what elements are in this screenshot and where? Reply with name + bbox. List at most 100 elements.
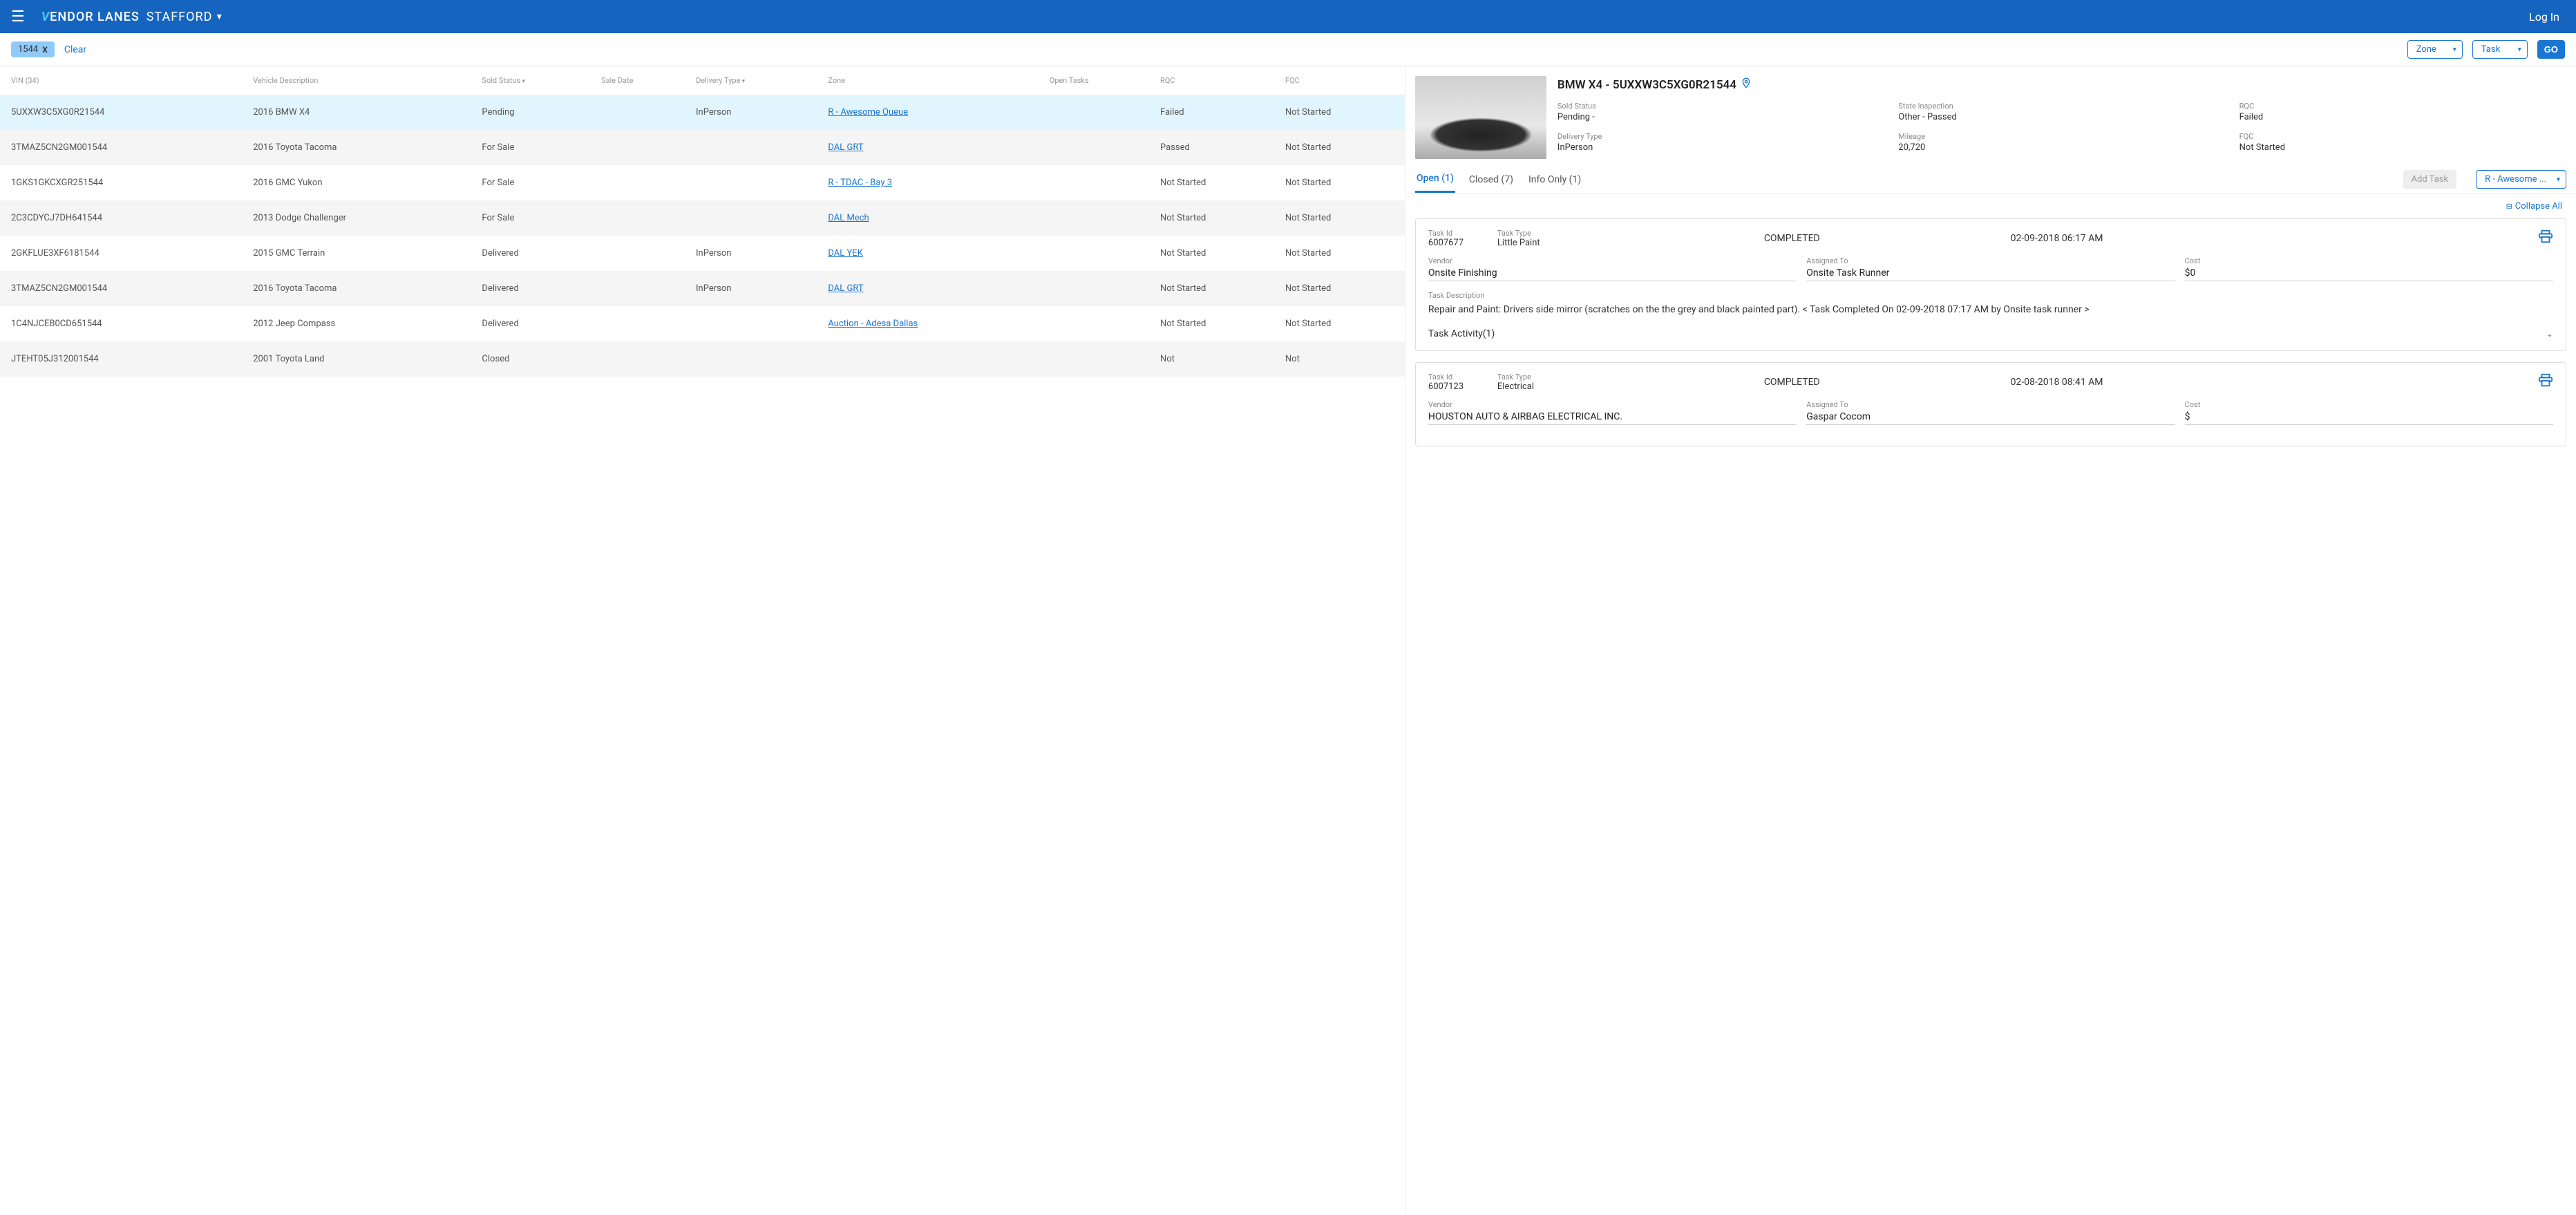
col-zone[interactable]: Zone [822, 66, 1043, 95]
meta-value: Failed [2239, 112, 2566, 122]
col-delivery[interactable]: Delivery Type [690, 66, 822, 95]
vendor-label: Vendor [1428, 256, 1797, 265]
cell-rqc: Not [1155, 341, 1280, 377]
assigned-value[interactable]: Onsite Task Runner [1806, 267, 2175, 281]
col-fqc[interactable]: FQC [1280, 66, 1405, 95]
brand-v: V [41, 10, 50, 24]
table-row[interactable]: 5UXXW3C5XG0R21544 2016 BMW X4 Pending In… [0, 95, 1405, 130]
header: ☰ V ENDOR LANES STAFFORD ▼ Log In [0, 0, 2576, 33]
col-vin[interactable]: VIN (34) [0, 66, 247, 95]
print-icon[interactable] [2526, 229, 2553, 248]
cell-fqc: Not Started [1280, 200, 1405, 236]
cost-label: Cost [2185, 400, 2553, 409]
meta-item: Delivery Type InPerson [1557, 132, 1884, 153]
col-desc[interactable]: Vehicle Description [247, 66, 476, 95]
table-row[interactable]: 3TMAZ5CN2GM001544 2016 Toyota Tacoma For… [0, 130, 1405, 165]
cell-vin: JTEHT05J312001544 [0, 341, 247, 377]
detail-header: BMW X4 - 5UXXW3C5XG0R21544 Sold Status P… [1405, 66, 2576, 166]
cell-zone: DAL GRT [822, 130, 1043, 165]
go-button[interactable]: GO [2537, 40, 2565, 59]
cell-delivery: InPerson [690, 95, 822, 130]
queue-select[interactable]: R - Awesome ... [2476, 170, 2566, 189]
cell-delivery: InPerson [690, 236, 822, 271]
cell-sale [596, 130, 690, 165]
cell-fqc: Not Started [1280, 306, 1405, 341]
cell-sold: For Sale [476, 200, 596, 236]
cell-vin: 1GKS1GKCXGR251544 [0, 165, 247, 200]
zone-link[interactable]: DAL Mech [828, 213, 869, 223]
cell-desc: 2016 GMC Yukon [247, 165, 476, 200]
meta-item: State Inspection Other - Passed [1898, 102, 2225, 122]
tab-info-only[interactable]: Info Only (1) [1527, 167, 1582, 192]
table-row[interactable]: 2C3CDYCJ7DH641544 2013 Dodge Challenger … [0, 200, 1405, 236]
cell-desc: 2015 GMC Terrain [247, 236, 476, 271]
cell-sold: For Sale [476, 130, 596, 165]
task-status: COMPLETED [1580, 233, 2004, 244]
zone-link[interactable]: DAL YEK [828, 248, 862, 258]
col-sale[interactable]: Sale Date [596, 66, 690, 95]
cost-value[interactable]: $0 [2185, 267, 2553, 281]
collapse-all-link[interactable]: ⊟ Collapse All [2506, 201, 2562, 211]
cell-vin: 2C3CDYCJ7DH641544 [0, 200, 247, 236]
table-row[interactable]: JTEHT05J312001544 2001 Toyota Land Close… [0, 341, 1405, 377]
task-activity-label: Task Activity(1) [1428, 328, 1495, 339]
menu-icon[interactable]: ☰ [11, 8, 25, 26]
zone-link[interactable]: DAL GRT [828, 142, 863, 153]
task-select[interactable]: Task [2472, 40, 2528, 59]
cell-desc: 2001 Toyota Land [247, 341, 476, 377]
meta-value: InPerson [1557, 142, 1884, 153]
meta-item: Mileage 20,720 [1898, 132, 2225, 153]
location-pin-icon[interactable] [1741, 76, 1752, 93]
col-rqc[interactable]: RQC [1155, 66, 1280, 95]
collapse-icon: ⊟ [2506, 202, 2512, 211]
cell-sold: Pending [476, 95, 596, 130]
close-icon[interactable]: X [42, 45, 48, 55]
vendor-label: Vendor [1428, 400, 1797, 409]
cell-rqc: Not Started [1155, 236, 1280, 271]
filter-chip[interactable]: 1544 X [11, 41, 55, 57]
cost-value[interactable]: $ [2185, 411, 2553, 425]
cell-rqc: Not Started [1155, 271, 1280, 306]
table-row[interactable]: 1GKS1GKCXGR251544 2016 GMC Yukon For Sal… [0, 165, 1405, 200]
vehicle-table: VIN (34) Vehicle Description Sold Status… [0, 66, 1405, 377]
login-link[interactable]: Log In [2523, 10, 2565, 23]
meta-label: Mileage [1898, 132, 2225, 141]
task-desc: Repair and Paint: Drivers side mirror (s… [1428, 303, 2553, 317]
task-id: 6007677 [1428, 238, 1490, 248]
cell-sale [596, 200, 690, 236]
assigned-value[interactable]: Gaspar Cocom [1806, 411, 2175, 425]
table-row[interactable]: 3TMAZ5CN2GM001544 2016 Toyota Tacoma Del… [0, 271, 1405, 306]
cell-vin: 1C4NJCEB0CD651544 [0, 306, 247, 341]
detail-title-row: BMW X4 - 5UXXW3C5XG0R21544 [1557, 76, 2566, 93]
tab-open[interactable]: Open (1) [1415, 166, 1455, 193]
cell-zone: DAL Mech [822, 200, 1043, 236]
col-opentasks[interactable]: Open Tasks [1044, 66, 1155, 95]
zone-select[interactable]: Zone [2407, 40, 2463, 59]
detail-title: BMW X4 - 5UXXW3C5XG0R21544 [1557, 78, 1736, 92]
cell-opentasks [1044, 165, 1155, 200]
filter-bar: 1544 X Clear Zone Task GO [0, 33, 2576, 66]
cell-sale [596, 306, 690, 341]
zone-link[interactable]: DAL GRT [828, 283, 863, 294]
zone-link[interactable]: Auction - Adesa Dallas [828, 319, 918, 329]
clear-link[interactable]: Clear [64, 44, 86, 55]
meta-label: Sold Status [1557, 102, 1884, 111]
vendor-value[interactable]: HOUSTON AUTO & AIRBAG ELECTRICAL INC. [1428, 411, 1797, 425]
chevron-down-icon: ⌄ [2546, 329, 2553, 339]
tab-closed[interactable]: Closed (7) [1468, 167, 1515, 192]
zone-link[interactable]: R - TDAC - Bay 3 [828, 178, 892, 188]
task-date: 02-08-2018 08:41 AM [2011, 377, 2519, 388]
table-row[interactable]: 2GKFLUE3XF6181544 2015 GMC Terrain Deliv… [0, 236, 1405, 271]
task-card: Task Id6007123 Task TypeElectrical COMPL… [1415, 362, 2566, 446]
table-row[interactable]: 1C4NJCEB0CD651544 2012 Jeep Compass Deli… [0, 306, 1405, 341]
col-sold[interactable]: Sold Status [476, 66, 596, 95]
zone-link[interactable]: R - Awesome Queue [828, 107, 908, 117]
cell-opentasks [1044, 130, 1155, 165]
cell-zone: R - Awesome Queue [822, 95, 1043, 130]
vendor-value[interactable]: Onsite Finishing [1428, 267, 1797, 281]
brand[interactable]: V ENDOR LANES STAFFORD ▼ [41, 10, 225, 24]
task-activity-toggle[interactable]: Task Activity(1) ⌄ [1428, 328, 2553, 339]
print-icon[interactable] [2526, 373, 2553, 392]
cell-desc: 2012 Jeep Compass [247, 306, 476, 341]
task-card: Task Id6007677 Task TypeLittle Paint COM… [1415, 218, 2566, 351]
